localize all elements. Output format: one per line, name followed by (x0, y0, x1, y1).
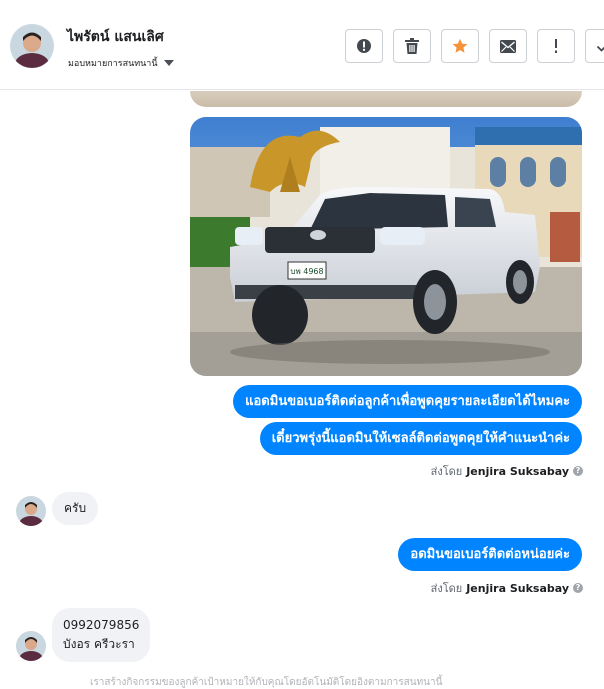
contact-avatar[interactable] (10, 24, 54, 68)
mark-unread-button[interactable] (489, 29, 527, 63)
auto-activity-note: เราสร้างกิจกรรมของลูกค้าเป้าหมายให้กับคุ… (90, 677, 443, 688)
delete-button[interactable] (393, 29, 431, 63)
previous-image-attachment[interactable] (190, 91, 582, 107)
conversation-actions (345, 29, 604, 63)
info-icon[interactable]: ? (573, 583, 583, 593)
checkmark-icon (596, 45, 604, 52)
alert-circle-icon (357, 39, 371, 53)
star-icon (452, 38, 468, 53)
mark-done-button[interactable] (585, 29, 604, 63)
follow-up-button[interactable] (537, 29, 575, 63)
outgoing-message: อดมินขอเบอร์ติดต่อหน่อยค่ะ (398, 538, 582, 571)
outgoing-message: เดี๋ยวพรุ่งนี้แอดมินให้เซลล์ติดต่อพูดคุย… (259, 422, 582, 455)
sent-by-prefix: ส่งโดย (430, 465, 463, 478)
mail-icon (500, 39, 516, 53)
star-button[interactable] (441, 29, 479, 63)
incoming-message: 0992079856 บังอร ครีวะรา (52, 608, 151, 662)
sent-by-name[interactable]: Jenjira Suksabay (466, 465, 569, 478)
incoming-message: ครับ (52, 492, 99, 525)
outgoing-message: แอดมินขอเบอร์ติดต่อลูกค้าเพื่อพูดคุยรายล… (233, 385, 582, 418)
info-icon[interactable]: ? (573, 466, 583, 476)
conversation-header: ไพรัตน์ แสนเลิศ มอบหมายการสนทนานี้ (0, 0, 604, 90)
sent-by-label: ส่งโดย Jenjira Suksabay ? (431, 462, 583, 480)
mark-spam-button[interactable] (345, 29, 383, 63)
sent-by-name[interactable]: Jenjira Suksabay (466, 582, 569, 595)
contact-name: ไพรัตน์ แสนเลิศ (67, 29, 164, 45)
assign-conversation-dropdown[interactable]: มอบหมายการสนทนานี้ (68, 56, 174, 70)
assign-label: มอบหมายการสนทนานี้ (68, 59, 158, 69)
chevron-down-icon (163, 60, 174, 66)
license-plate: บพ 4968 (290, 267, 323, 276)
message-thread[interactable]: บพ 4968 แอดมินขอเบอร์ติดต่อลูกค้าเพื่อพู… (0, 91, 604, 689)
car-photo-attachment[interactable]: บพ 4968 (190, 117, 582, 376)
contact-avatar-small[interactable] (16, 496, 46, 526)
sent-by-prefix: ส่งโดย (430, 582, 463, 595)
trash-icon (405, 38, 419, 54)
contact-name-text: บังอร ครีวะรา (63, 637, 135, 651)
exclamation-icon (555, 39, 557, 53)
sent-by-label: ส่งโดย Jenjira Suksabay ? (431, 579, 583, 597)
phone-number-text: 0992079856 (63, 618, 140, 632)
contact-avatar-small[interactable] (16, 631, 46, 661)
